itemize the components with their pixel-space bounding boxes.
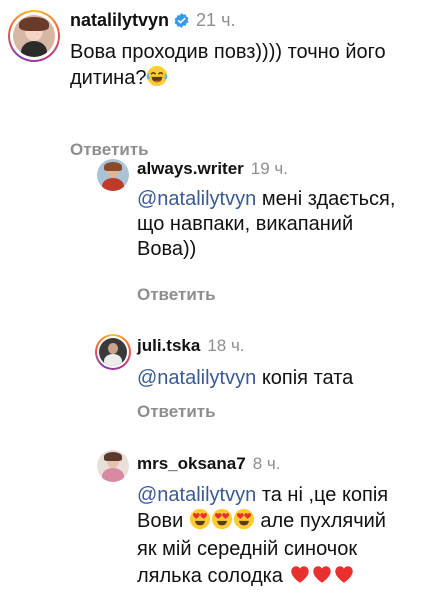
red-heart-icon [333,563,355,592]
avatar[interactable] [97,159,129,191]
reply-button[interactable]: Ответить [137,285,216,305]
reply-button[interactable]: Ответить [137,402,216,422]
heart-eyes-icon [211,508,233,537]
heart-eyes-icon [233,508,255,537]
timestamp: 8 ч. [252,454,281,473]
username[interactable]: mrs_oksana7 [137,454,246,474]
comment-text: @natalilytvyn копія тата [137,367,354,389]
heart-eyes-icon [189,508,211,537]
username[interactable]: juli.tska [137,336,200,356]
verified-badge-icon [174,13,189,28]
comment-text: @natalilytvyn та ні ,це копія Вови але п… [137,483,427,592]
username[interactable]: always.writer [137,159,244,179]
username[interactable]: natalilytvyn [70,10,169,31]
mention-link[interactable]: @natalilytvyn [137,188,256,210]
mention-link[interactable]: @natalilytvyn [137,484,256,506]
avatar[interactable] [97,450,129,482]
comment-text: @natalilytvyn мені здається, що навпаки,… [137,188,396,261]
red-heart-icon [311,563,333,592]
timestamp: 18 ч. [207,336,245,355]
comment-text: Вова проходив повз)))) точно його дитина… [70,40,415,94]
mention-link[interactable]: @natalilytvyn [137,367,256,389]
avatar[interactable] [99,338,127,366]
timestamp: 19 ч. [250,159,288,178]
face-with-tears-of-joy-icon [146,65,168,94]
avatar[interactable] [13,15,55,57]
reply-button[interactable]: Ответить [70,140,149,160]
timestamp: 21 ч. [196,10,236,30]
red-heart-icon [289,563,311,592]
